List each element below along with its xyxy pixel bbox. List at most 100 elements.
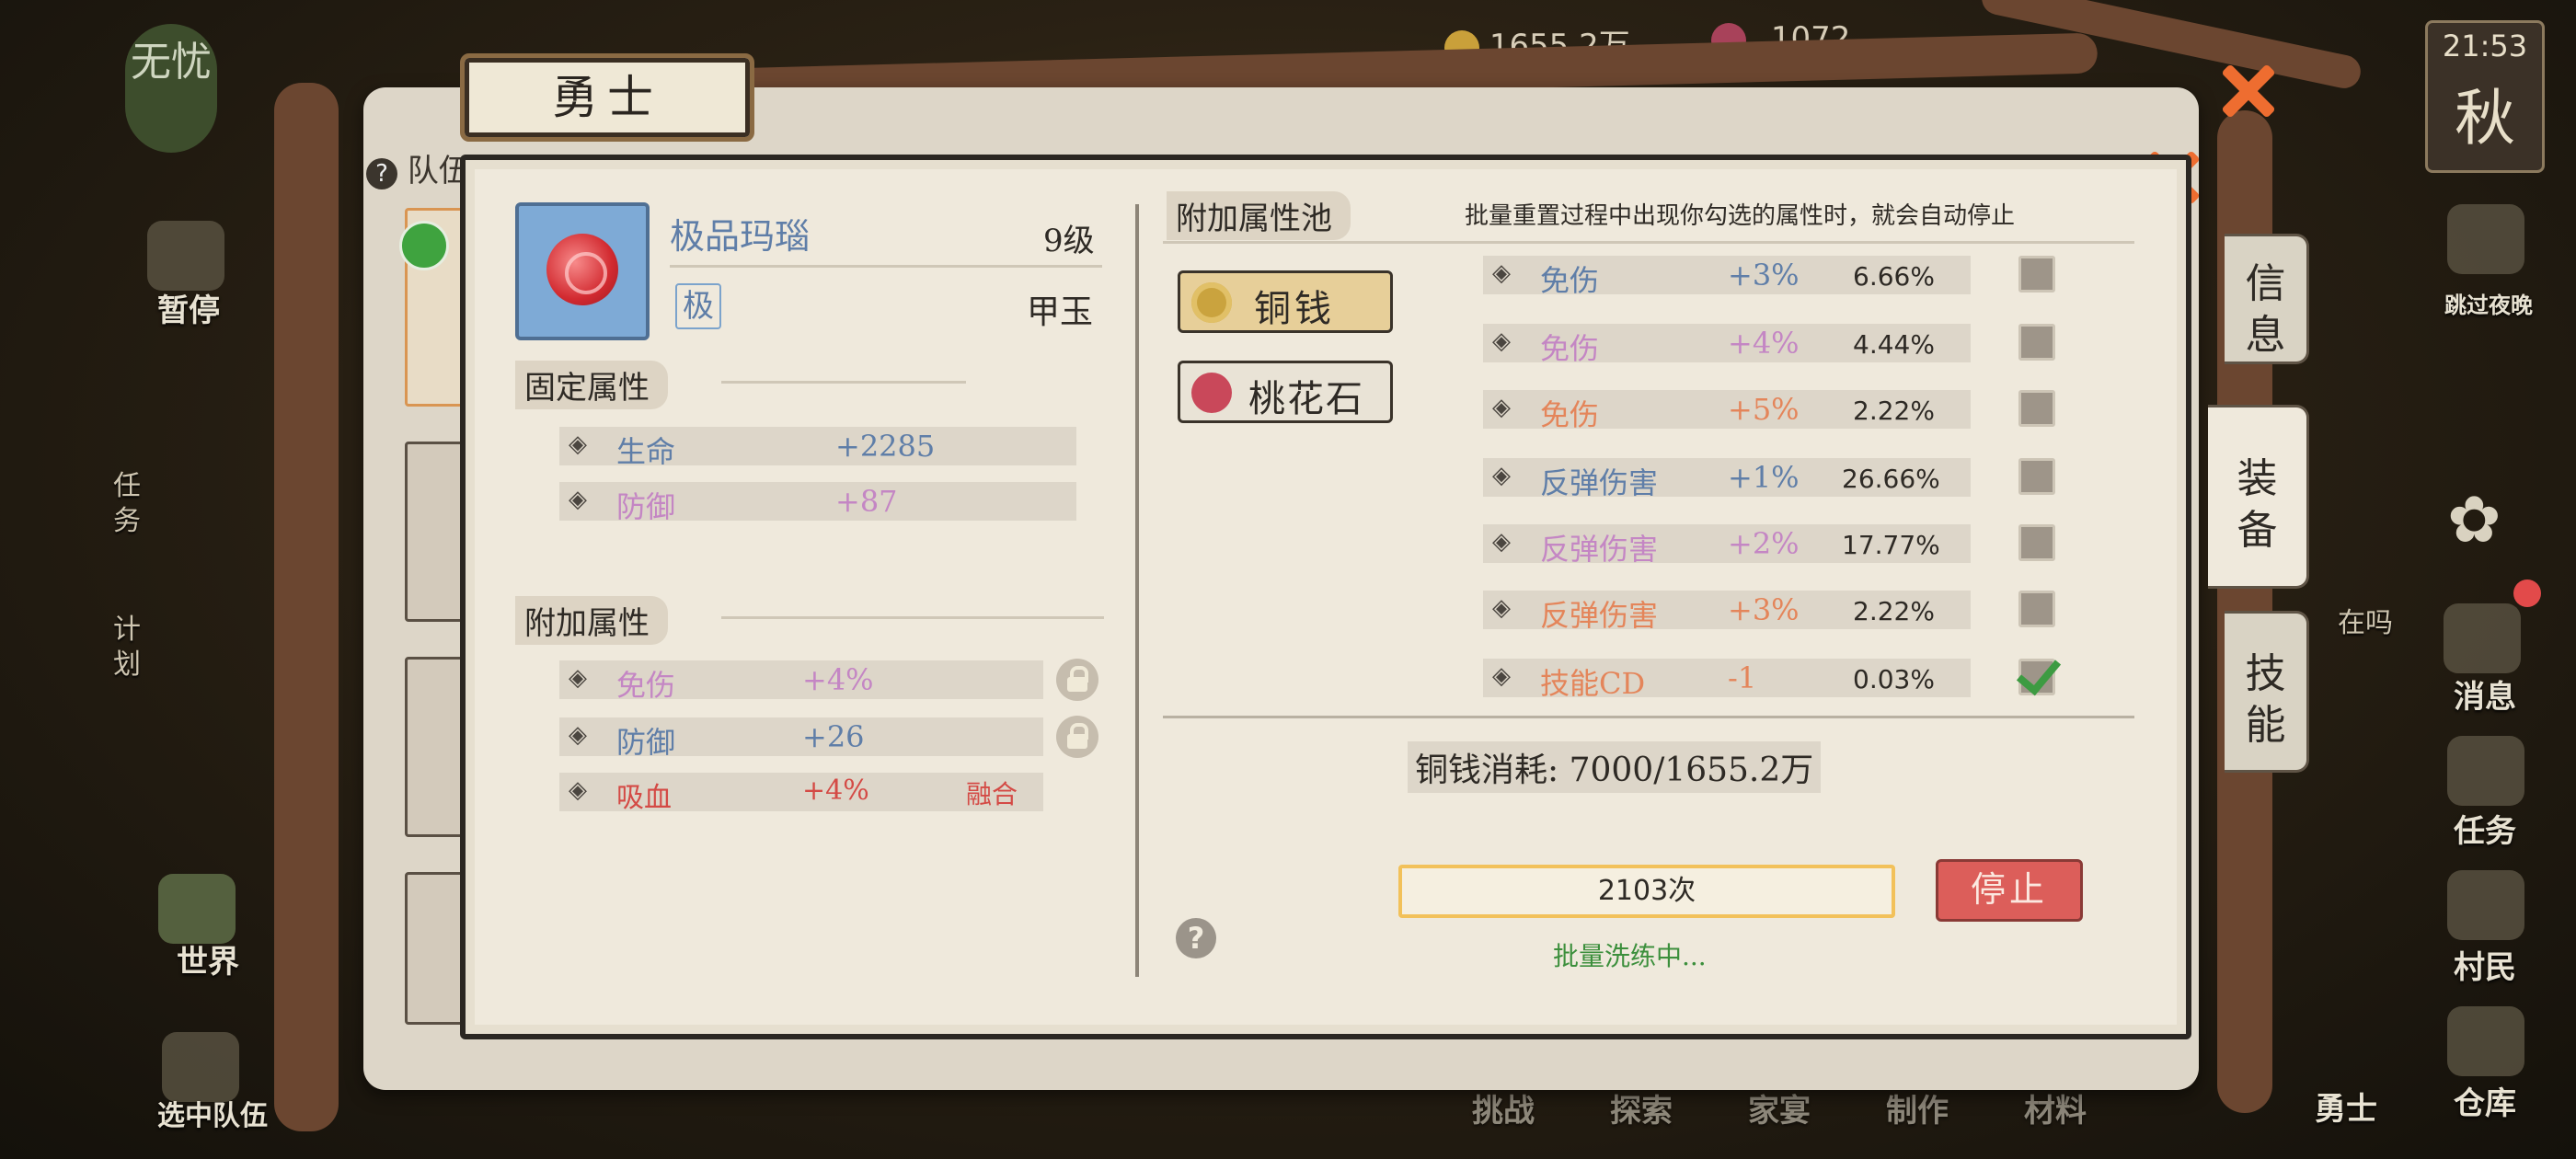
attr-name: 技能CD (1540, 666, 1646, 701)
plan-button[interactable]: 计划 (107, 613, 147, 683)
bottom-peek-item[interactable]: 挑战 (1472, 1085, 1535, 1130)
mission-button[interactable]: 任务 (107, 469, 147, 539)
unlock-icon[interactable] (1056, 716, 1098, 758)
select-team-icon[interactable] (162, 1032, 239, 1102)
online-dot (399, 221, 449, 270)
attr-name: 免伤 (616, 668, 676, 703)
extra-attributes-label: 附加属性 (515, 596, 668, 645)
attr-chance: 2.22% (1853, 596, 1935, 626)
team-member-card[interactable] (405, 657, 466, 837)
select-team-button[interactable]: 选中队伍 (134, 1093, 291, 1133)
attr-chance: 4.44% (1853, 329, 1935, 360)
attr-value: +3% (1728, 592, 1800, 627)
attr-name: 免伤 (1540, 263, 1600, 298)
clock-time: 21:53 (2442, 29, 2528, 63)
copper-coin-label[interactable]: 铜钱 (1254, 279, 1335, 332)
stop-button[interactable]: 停止 (1936, 859, 2083, 922)
bottom-peek-item[interactable]: 探索 (1610, 1085, 1673, 1130)
message-button[interactable]: 消息 (2434, 671, 2536, 717)
batch-count-display: 2103次 (1398, 865, 1895, 918)
tab-info-label[interactable]: 信息 (2246, 258, 2286, 361)
copper-coin-button[interactable]: 铜钱 (1178, 270, 1393, 333)
pool-row: ◈ 免伤 +5% 2.22% (1483, 390, 1971, 432)
fixed-attr-row: ◈ 生命 +2285 (559, 427, 1076, 469)
pool-checkbox[interactable] (2018, 324, 2055, 361)
attr-name: 反弹伤害 (1540, 465, 1659, 500)
attr-name: 免伤 (1540, 397, 1600, 432)
diamond-icon: ◈ (569, 430, 587, 458)
bottom-peek-item[interactable]: 材料 (2024, 1085, 2087, 1130)
pool-checkbox[interactable] (2018, 591, 2055, 627)
pool-row: ◈ 反弹伤害 +3% 2.22% (1483, 591, 1971, 633)
tab-skills-label[interactable]: 技能 (2246, 648, 2286, 752)
fixed-attr-row: ◈ 防御 +87 (559, 482, 1076, 524)
peach-stone-label[interactable]: 桃花石 (1248, 369, 1364, 422)
pool-checkbox[interactable] (2018, 256, 2055, 293)
help-icon[interactable]: ? (1176, 918, 1216, 958)
extra-attr-row: ◈ 吸血 +4% 融合 (559, 773, 1043, 814)
moon-icon[interactable] (2447, 204, 2524, 274)
attr-chance: 26.66% (1842, 464, 1940, 494)
close-icon[interactable] (2214, 57, 2282, 125)
task-button[interactable]: 任务 (2434, 806, 2536, 851)
message-icon[interactable] (2444, 603, 2521, 673)
attr-value: +1% (1728, 460, 1800, 495)
diamond-icon: ◈ (569, 721, 587, 749)
attribute-pool-label: 附加属性池 (1167, 191, 1351, 240)
tab-info[interactable]: 信息 (2225, 234, 2309, 364)
task-icon[interactable] (2447, 736, 2524, 806)
world-icon[interactable] (158, 874, 236, 944)
unlock-icon[interactable] (1056, 659, 1098, 701)
villager-button[interactable]: 村民 (2434, 942, 2536, 987)
batch-status-text: 批量洗练中... (1553, 941, 1707, 971)
pool-checkbox[interactable] (2018, 524, 2055, 561)
pool-row: ◈ 反弹伤害 +1% 26.66% (1483, 458, 1971, 500)
diamond-icon: ◈ (1492, 594, 1511, 622)
mood-badge: 无忧 (125, 24, 217, 153)
attr-value: +2% (1728, 526, 1800, 561)
diamond-icon: ◈ (569, 664, 587, 692)
chat-peek-text: 在吗 (2338, 607, 2393, 639)
attr-value: -1 (1728, 660, 1757, 695)
attr-value: +4% (802, 662, 874, 697)
peach-blossom-icon (1191, 373, 1232, 413)
panel-divider (1135, 204, 1139, 977)
bottom-peek-item[interactable]: 制作 (1886, 1085, 1949, 1130)
tab-equipment-label[interactable]: 装备 (2237, 453, 2278, 557)
tab-skills[interactable]: 技能 (2225, 611, 2309, 773)
warehouse-button[interactable]: 仓库 (2434, 1078, 2536, 1123)
attr-name: 生命 (616, 434, 676, 469)
attribute-pool-divider (1163, 241, 2134, 244)
attr-chance: 0.03% (1853, 664, 1935, 694)
villager-icon[interactable] (2447, 870, 2524, 940)
skip-night-button[interactable]: 跳过夜晚 (2420, 287, 2558, 319)
copper-cost-label: 铜钱消耗: 7000/1655.2万 (1408, 741, 1822, 793)
attr-value: +5% (1728, 392, 1800, 427)
pool-checkbox-checked[interactable] (2016, 648, 2062, 696)
diamond-icon: ◈ (569, 776, 587, 804)
attr-name: 吸血 (616, 782, 672, 814)
help-icon[interactable]: ? (366, 158, 397, 189)
team-member-card[interactable] (405, 872, 466, 1025)
pool-bottom-divider (1163, 716, 2134, 718)
attr-chance: 6.66% (1853, 261, 1935, 292)
team-member-card[interactable] (405, 442, 466, 622)
diamond-icon: ◈ (1492, 259, 1511, 287)
item-icon[interactable] (515, 202, 650, 340)
attr-value: +87 (835, 484, 898, 519)
tab-equipment[interactable]: 装备 (2208, 405, 2309, 589)
extra-attr-row: ◈ 防御 +26 (559, 717, 1043, 760)
peach-stone-button[interactable]: 桃花石 (1178, 361, 1393, 423)
bottom-peek-item[interactable]: 家宴 (1748, 1085, 1811, 1130)
pool-checkbox[interactable] (2018, 458, 2055, 495)
pool-checkbox[interactable] (2018, 390, 2055, 427)
pause-button[interactable]: 暂停 (138, 285, 239, 330)
pause-icon[interactable] (147, 221, 224, 291)
warehouse-icon[interactable] (2447, 1006, 2524, 1076)
world-button[interactable]: 世界 (153, 936, 263, 981)
attr-chance: 2.22% (1853, 396, 1935, 426)
flower-icon[interactable]: ✿ (2447, 488, 2512, 552)
attribute-pool-hint: 批量重置过程中出现你勾选的属性时，就会自动停止 (1465, 202, 2016, 230)
fixed-attributes-label: 固定属性 (515, 361, 668, 409)
item-header-divider (670, 265, 1102, 268)
